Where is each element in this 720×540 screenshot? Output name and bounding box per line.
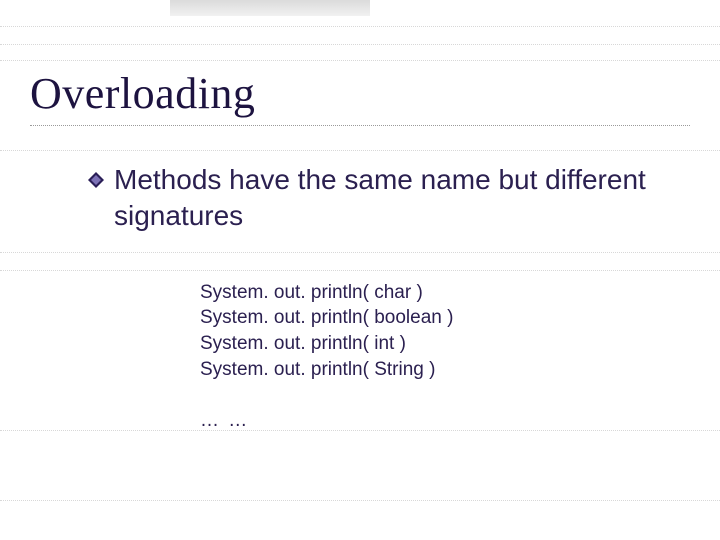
slide-title: Overloading	[30, 68, 690, 119]
ellipsis: … …	[200, 410, 690, 432]
code-line: System. out. println( String )	[200, 359, 435, 380]
bullet-text: Methods have the same name but different…	[114, 162, 648, 234]
slide-body: Overloading Methods have the same name b…	[0, 0, 720, 540]
title-underline	[30, 125, 690, 126]
code-line: System. out. println( boolean )	[200, 307, 453, 328]
code-example: System. out. println( char ) System. out…	[200, 280, 690, 383]
bullet-item: Methods have the same name but different…	[88, 162, 648, 234]
code-line: System. out. println( char )	[200, 282, 423, 303]
code-line: System. out. println( int )	[200, 333, 406, 354]
diamond-bullet-icon	[88, 172, 104, 193]
